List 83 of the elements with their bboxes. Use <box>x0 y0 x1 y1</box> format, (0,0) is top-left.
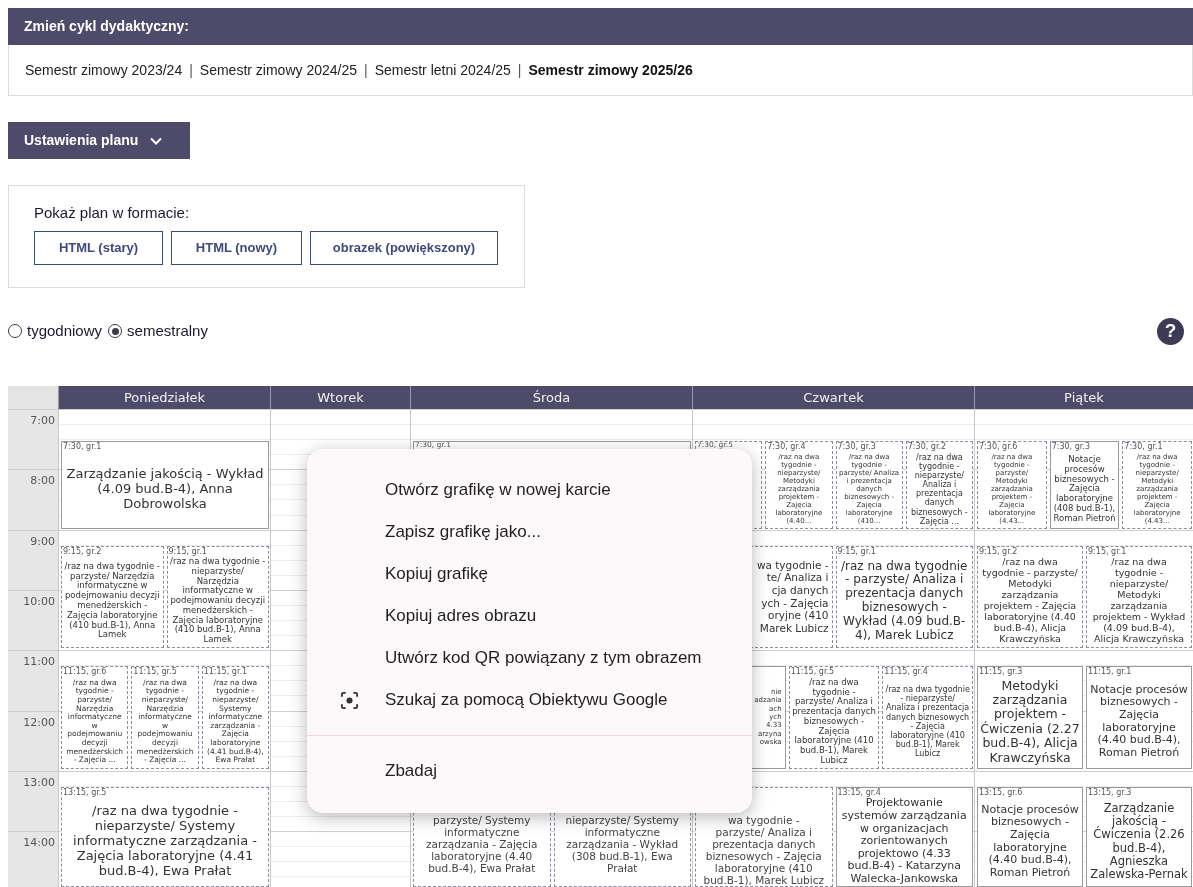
semester-link[interactable]: Semestr letni 2024/25 <box>374 59 511 81</box>
class-description: Projektowanie systemów zarządzania w organizacjach zorientowanych projektowo (4.33 bud.B-4) - Katarzyna Walecka-Jankowska <box>840 797 968 886</box>
help-icon[interactable]: ? <box>1157 317 1184 345</box>
class-description: /raz na dwa tygodnie - parzyste/ Analiza i prezentacja danych biznesowych - Wykład (4.09 bud.B-4), Marek Lubicz <box>840 559 969 643</box>
separator: | <box>517 60 522 80</box>
class-description: wa tygodnie - te/ Analiza i cja danych ych - Zajęcia oryjne (410 Marek Lubicz <box>756 558 829 635</box>
radio-label[interactable]: tygodniowy <box>27 319 103 343</box>
class-time-label: 7:30, gr.1 <box>62 441 103 451</box>
panel-title: Pokaż plan w formacie: <box>34 203 191 223</box>
day-header: Piątek <box>974 386 1193 409</box>
panel-title: Zmień cykl dydaktyczny: <box>24 17 189 36</box>
class-time-label: 13:15, gr.6 <box>978 788 1024 797</box>
class-description: /raz na dwa tygodnie - nieparzyste/ Metodyki zarządzania projektem - Wykład (4.09 bud.B-4), Alicja Krawczyńska <box>1091 557 1187 645</box>
radio-button[interactable] <box>8 324 22 338</box>
format-button[interactable]: obrazek (powiększony) <box>310 230 498 265</box>
semester-link[interactable]: Semestr zimowy 2024/25 <box>199 59 357 81</box>
time-label: 7:00 <box>29 413 56 429</box>
class-time-label: 11:15, gr.4 <box>883 667 929 676</box>
class-time-label: 7:30, gr.6 <box>978 441 1019 451</box>
time-label: 11:00 <box>22 654 56 671</box>
time-label: 8:00 <box>29 473 56 490</box>
class-description: Notacje procesów biznesowych - Zajęcia laboratoryjne (408 bud.B-1), Roman Pietroń <box>1052 455 1117 524</box>
time-label: 10:00 <box>22 593 56 610</box>
class-description: /raz na dwa tygodnie - nieparzyste/ Analiza i prezentacja danych biznesowych - Zajęcia laboratoryjne (410 bud.B-1), Marek Lubicz <box>885 685 970 759</box>
class-description: Zarządzanie jakością - Wykład (4.09 bud.B-4), Anna Dobrowolska <box>65 466 265 512</box>
settings-button[interactable]: Ustawienia planu <box>8 122 190 159</box>
menu-item[interactable]: Otwórz grafikę w nowej karcie <box>307 469 752 511</box>
class-time-label: 7:30, gr.3 <box>836 441 877 451</box>
class-time-label: 7:30, gr.2 <box>906 441 948 451</box>
separator: | <box>364 60 368 80</box>
semester-link[interactable]: Semestr zimowy 2023/24 <box>25 59 183 81</box>
class-time-label: 7:30, gr.1 <box>1123 441 1164 451</box>
menu-item[interactable]: Szukaj za pomocą Obiektywu Google <box>307 679 752 721</box>
class-description: /raz na dwa tygodnie - nieparzyste/ Analiza i prezentacja danych biznesowych - Zajęcia ... <box>910 452 969 526</box>
class-time-label: 9:15, gr.1 <box>167 546 208 556</box>
day-header: Środa <box>410 386 692 409</box>
class-description: Zarządzanie jakością - Ćwiczenia (2.26 bud.B-4), Agnieszka Zalewska-Pernak <box>1089 801 1189 882</box>
class-time-label: 11:15, gr.1 <box>202 667 249 676</box>
time-label: 14:00 <box>22 835 56 852</box>
class-time-label: 11:15, gr.1 <box>1087 667 1133 676</box>
radio-button[interactable] <box>108 324 123 338</box>
class-description: parzyste/ Systemy informatyczne zarządzania - Zajęcia laboratoryjne (4.40 bud.B-4), Ewa Prałat <box>425 813 539 874</box>
class-description: Notacje procesów biznesowych - Zajęcia laboratoryjne (4.40 bud.B-4), Roman Pietroń <box>980 803 1080 880</box>
format-button[interactable]: HTML (stary) <box>34 230 163 265</box>
class-time-label: 9:15, gr.2 <box>978 546 1019 556</box>
class-time-label: 11:15, gr.5 <box>789 667 836 676</box>
class-time-label: 9:15, gr.1 <box>836 546 877 556</box>
menu-item[interactable]: Zapisz grafikę jako... <box>307 511 752 553</box>
class-description: /raz na dwa tygodnie - parzyste/ Analiza i prezentacja danych biznesowych - Zajęcia laboratoryjne (410 bud.B-1), Marek Lubicz <box>791 677 877 766</box>
menu-item[interactable]: Zbadaj <box>307 750 752 792</box>
class-time-label: 11:15, gr.6 <box>62 667 108 676</box>
class-time-label: 11:15, gr.3 <box>978 667 1024 676</box>
semester-link[interactable]: Semestr zimowy 2025/26 <box>528 59 693 81</box>
class-description: /raz na dwa tygodnie - nieparzyste/ Narzędzia informatyczne w podejmowaniu decyzji menedżerskich - Zajęcia laboratoryjne (410 bud.B-1), Anna Lamek <box>169 557 266 645</box>
menu-item[interactable]: Kopiuj grafikę <box>307 553 752 595</box>
format-button[interactable]: HTML (nowy) <box>171 230 302 265</box>
day-header: Czwartek <box>692 386 974 409</box>
class-time-label: 13:15, gr.5 <box>62 788 108 797</box>
camera-icon <box>340 690 359 710</box>
class-description: Metodyki zarządzania projektem - Ćwiczenia (2.27 bud.B-4), Alicja Krawczyńska <box>980 678 1080 765</box>
time-label: 12:00 <box>22 714 56 731</box>
time-label: 9:00 <box>29 533 56 550</box>
radio-label[interactable]: semestralny <box>127 319 208 343</box>
class-description: /raz na dwa tygodnie - nieparzyste/ Systemy informatyczne zarządzania - Zajęcia laboratoryjne (4.41 bud.B-4), Ewa Prałat <box>72 804 258 879</box>
class-description: Notacje procesów biznesowych - Zajęcia laboratoryjne (4.40 bud.B-4), Roman Pietroń <box>1089 683 1189 760</box>
class-description: /raz na dwa tygodnie - parzyste/ Narzędzia informatyczne w podejmowaniu decyzji menedżerskich - Zajęcia laboratoryjne (410 bud.B-1), Anna Lamek <box>64 561 161 641</box>
class-time-label: 11:15, gr.5 <box>132 667 178 676</box>
time-label: 13:00 <box>22 774 56 791</box>
day-header: Poniedziałek <box>58 386 270 409</box>
class-description: /raz na dwa tygodnie - parzyste/ Metodyki zarządzania projektem - Zajęcia laboratoryjne (4.40 bud.B-4), Alicja Krawczyńska <box>981 557 1079 645</box>
separator: | <box>189 60 193 80</box>
class-time-label: 7:30, gr.4 <box>766 441 807 451</box>
class-description: nieparzyste/ Systemy informatyczne zarządzania - Wykład (308 bud.B-1), Ewa Prałat <box>564 813 680 874</box>
class-time-label: 13:15, gr.3 <box>1087 788 1133 797</box>
chevron-down-icon <box>150 136 163 145</box>
class-description: wa tygodnie - parzyste/ Analiza i prezentacja danych biznesowych - Zajęcia laboratoryjne (410 bud.B-1), Marek Lubicz <box>702 813 825 886</box>
class-time-label: 9:15, gr.1 <box>1087 546 1128 556</box>
menu-item[interactable]: Utwórz kod QR powiązany z tym obrazem <box>307 637 752 679</box>
class-time-label: 7:30, gr.3 <box>1050 441 1091 451</box>
day-header: Wtorek <box>270 386 410 409</box>
class-time-label: 13:15, gr.4 <box>836 788 882 797</box>
class-time-label: 9:15, gr.2 <box>62 546 103 556</box>
menu-item[interactable]: Kopiuj adres obrazu <box>307 595 752 637</box>
